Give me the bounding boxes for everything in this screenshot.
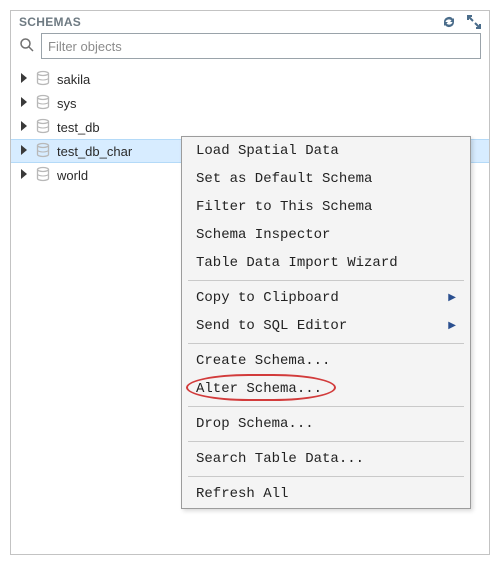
- schema-name: world: [57, 168, 88, 183]
- context-menu-separator: [188, 441, 464, 442]
- context-menu-item-label: Refresh All: [196, 486, 288, 502]
- schema-name: sakila: [57, 72, 90, 87]
- filter-objects-input[interactable]: [41, 33, 481, 59]
- search-row: [11, 31, 489, 65]
- expand-chevron-icon[interactable]: [19, 72, 29, 87]
- context-menu-item[interactable]: Load Spatial Data: [182, 137, 470, 165]
- schema-row[interactable]: sys: [11, 91, 489, 115]
- database-icon: [35, 142, 51, 161]
- context-menu-item[interactable]: Copy to Clipboard ▶: [182, 284, 470, 312]
- context-menu-item[interactable]: Set as Default Schema: [182, 165, 470, 193]
- schema-row[interactable]: sakila: [11, 67, 489, 91]
- submenu-arrow-icon: ▶: [448, 320, 456, 332]
- context-menu-item-label: Search Table Data...: [196, 451, 364, 467]
- context-menu: Load Spatial Data Set as Default Schema Fi…: [181, 136, 471, 509]
- context-menu-item[interactable]: Create Schema...: [182, 347, 470, 375]
- context-menu-item-label: Load Spatial Data: [196, 143, 339, 159]
- panel-header: SCHEMAS: [11, 11, 489, 31]
- panel-title: SCHEMAS: [19, 15, 81, 29]
- expand-icon[interactable]: [467, 15, 481, 29]
- context-menu-separator: [188, 343, 464, 344]
- context-menu-item-label: Alter Schema...: [196, 381, 322, 397]
- context-menu-item[interactable]: Refresh All: [182, 480, 470, 508]
- search-icon: [19, 37, 35, 56]
- context-menu-item[interactable]: Filter to This Schema: [182, 193, 470, 221]
- expand-chevron-icon[interactable]: [19, 96, 29, 111]
- context-menu-item-label: Create Schema...: [196, 353, 330, 369]
- context-menu-item[interactable]: Table Data Import Wizard: [182, 249, 470, 277]
- schema-name: sys: [57, 96, 77, 111]
- context-menu-item-label: Set as Default Schema: [196, 171, 372, 187]
- context-menu-item[interactable]: Drop Schema...: [182, 410, 470, 438]
- header-icon-group: [441, 15, 481, 29]
- context-menu-item-label: Filter to This Schema: [196, 199, 372, 215]
- context-menu-item-label: Schema Inspector: [196, 227, 330, 243]
- context-menu-item[interactable]: Alter Schema...: [182, 375, 470, 403]
- expand-chevron-icon[interactable]: [19, 168, 29, 183]
- expand-chevron-icon[interactable]: [19, 120, 29, 135]
- database-icon: [35, 94, 51, 113]
- submenu-arrow-icon: ▶: [448, 292, 456, 304]
- context-menu-item[interactable]: Send to SQL Editor ▶: [182, 312, 470, 340]
- database-icon: [35, 70, 51, 89]
- context-menu-separator: [188, 280, 464, 281]
- context-menu-item-label: Send to SQL Editor: [196, 318, 347, 334]
- schemas-panel: SCHEMAS sakilasystest_: [10, 10, 490, 555]
- schema-name: test_db_char: [57, 144, 132, 159]
- context-menu-item-label: Table Data Import Wizard: [196, 255, 398, 271]
- context-menu-separator: [188, 476, 464, 477]
- context-menu-separator: [188, 406, 464, 407]
- context-menu-item[interactable]: Search Table Data...: [182, 445, 470, 473]
- context-menu-item[interactable]: Schema Inspector: [182, 221, 470, 249]
- expand-chevron-icon[interactable]: [19, 144, 29, 159]
- refresh-icon[interactable]: [441, 15, 457, 29]
- context-menu-item-label: Copy to Clipboard: [196, 290, 339, 306]
- schema-name: test_db: [57, 120, 100, 135]
- database-icon: [35, 118, 51, 137]
- context-menu-item-label: Drop Schema...: [196, 416, 314, 432]
- database-icon: [35, 166, 51, 185]
